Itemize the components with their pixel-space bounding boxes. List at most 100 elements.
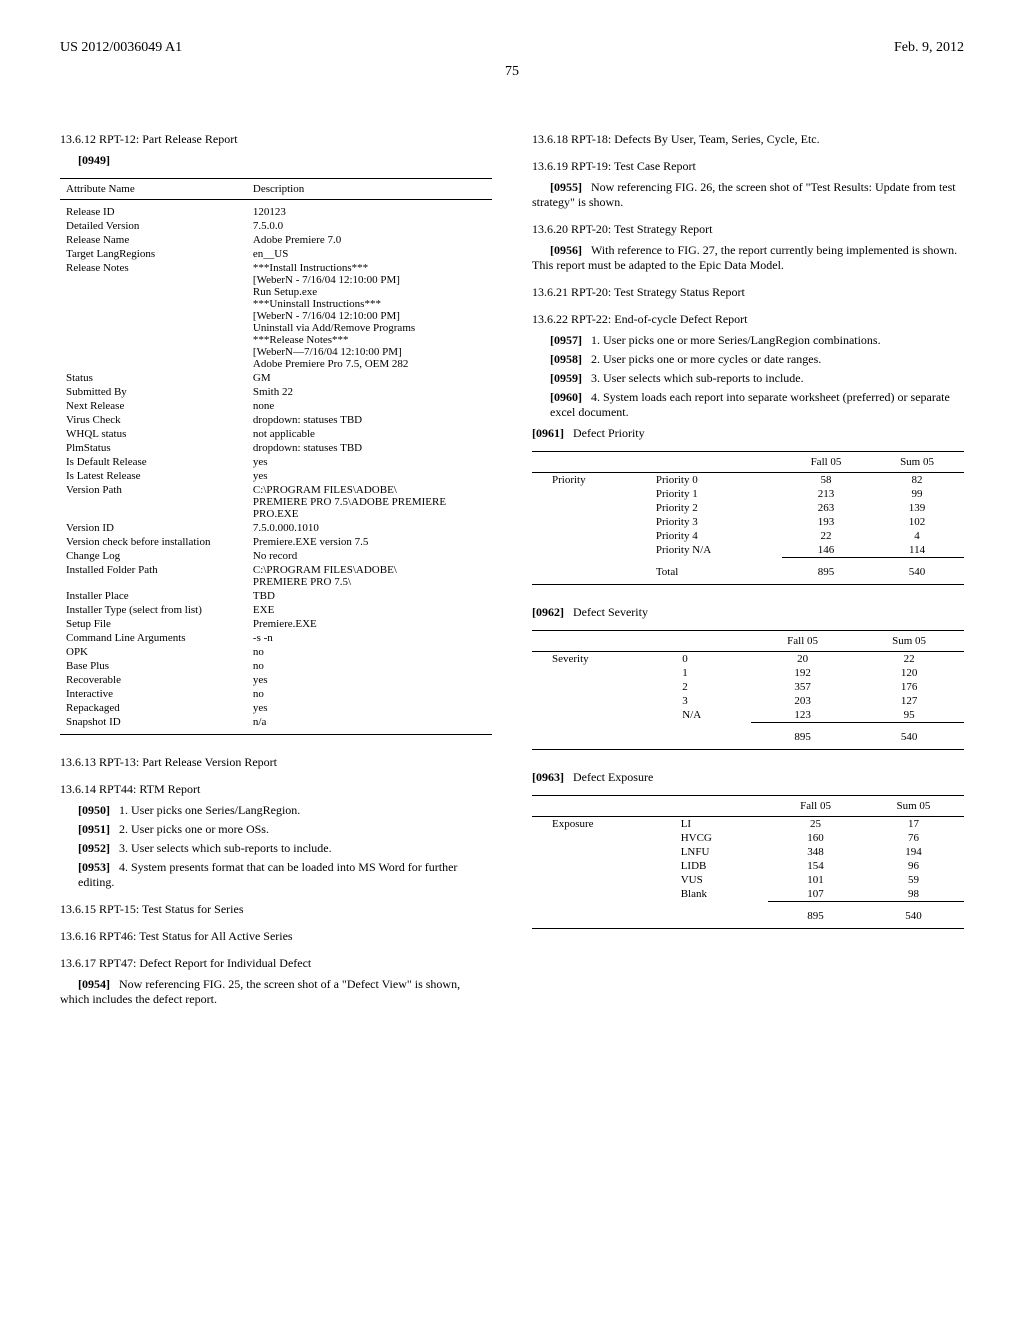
table-row: ExposureLI2517 xyxy=(532,817,964,832)
page-header: US 2012/0036049 A1 Feb. 9, 2012 xyxy=(60,40,964,56)
table-total-row: 895540 xyxy=(532,902,964,929)
table-row: PlmStatusdropdown: statuses TBD xyxy=(60,441,492,455)
table-cell: 114 xyxy=(870,543,964,558)
attr-desc-cell: No record xyxy=(247,549,492,563)
table-cell: 213 xyxy=(782,487,870,501)
attr-name-cell: Target LangRegions xyxy=(60,247,247,261)
table-cell xyxy=(532,708,674,723)
table-cell: 154 xyxy=(768,859,863,873)
list-item: [0950] 1. User picks one Series/LangRegi… xyxy=(78,803,492,818)
table-cell: 107 xyxy=(768,887,863,902)
table-cell: Priority 1 xyxy=(648,487,782,501)
table-cell: 76 xyxy=(863,831,964,845)
attr-desc-cell: not applicable xyxy=(247,427,492,441)
table-cell: VUS xyxy=(673,873,768,887)
attr-desc-cell: 7.5.0.000.1010 xyxy=(247,521,492,535)
table-cell: LI xyxy=(673,817,768,832)
section-13-6-20: 13.6.20 RPT-20: Test Strategy Report xyxy=(532,222,964,237)
attr-name-cell: Interactive xyxy=(60,687,247,701)
attr-name-cell: Installer Place xyxy=(60,589,247,603)
table-row: Release Notes***Install Instructions*** … xyxy=(60,261,492,371)
table-cell xyxy=(532,666,674,680)
attr-desc-cell: yes xyxy=(247,455,492,469)
table-row: Is Default Releaseyes xyxy=(60,455,492,469)
attr-name-cell: Release ID xyxy=(60,200,247,220)
table-cell: 98 xyxy=(863,887,964,902)
table-cell: LNFU xyxy=(673,845,768,859)
attr-desc-cell: Premiere.EXE xyxy=(247,617,492,631)
table-row: 3203127 xyxy=(532,694,964,708)
table-row: OPKno xyxy=(60,645,492,659)
para-0949: [0949] xyxy=(78,153,110,167)
right-column: 13.6.18 RPT-18: Defects By User, Team, S… xyxy=(532,120,964,1013)
list-item: [0957] 1. User picks one or more Series/… xyxy=(550,333,964,348)
attr-name-cell: Is Latest Release xyxy=(60,469,247,483)
table-cell: Priority 3 xyxy=(648,515,782,529)
attr-name-cell: Virus Check xyxy=(60,413,247,427)
table-cell xyxy=(532,831,673,845)
table-cell: 102 xyxy=(870,515,964,529)
table-cell: 348 xyxy=(768,845,863,859)
table-cell: 146 xyxy=(782,543,870,558)
table-row: Severity02022 xyxy=(532,652,964,667)
table-cell: 160 xyxy=(768,831,863,845)
table-cell: 4 xyxy=(870,529,964,543)
paragraph-0962: [0962] Defect Severity xyxy=(532,605,964,620)
table-cell: HVCG xyxy=(673,831,768,845)
table-row: Is Latest Releaseyes xyxy=(60,469,492,483)
table-cell: 120 xyxy=(854,666,964,680)
table-cell: 263 xyxy=(782,501,870,515)
paragraph-0963: [0963] Defect Exposure xyxy=(532,770,964,785)
attr-name-cell: Setup File xyxy=(60,617,247,631)
table-cell: 357 xyxy=(751,680,854,694)
attr-desc-cell: dropdown: statuses TBD xyxy=(247,441,492,455)
table-cell: Exposure xyxy=(532,817,673,832)
table-row: Priority 121399 xyxy=(532,487,964,501)
table-row: HVCG16076 xyxy=(532,831,964,845)
attr-desc-cell: 120123 xyxy=(247,200,492,220)
attr-name-cell: Base Plus xyxy=(60,659,247,673)
table-row: Repackagedyes xyxy=(60,701,492,715)
paragraph-0954: [0954] Now referencing FIG. 25, the scre… xyxy=(60,977,492,1007)
table-row: Interactiveno xyxy=(60,687,492,701)
table-cell: 95 xyxy=(854,708,964,723)
attr-desc-cell: Smith 22 xyxy=(247,385,492,399)
table-row: Priority 4224 xyxy=(532,529,964,543)
table-cell: 82 xyxy=(870,473,964,488)
table-cell: 139 xyxy=(870,501,964,515)
attr-name-cell: Release Name xyxy=(60,233,247,247)
attr-name-cell: Snapshot ID xyxy=(60,715,247,735)
table-row: 2357176 xyxy=(532,680,964,694)
table-row: Snapshot IDn/a xyxy=(60,715,492,735)
two-column-layout: 13.6.12 RPT-12: Part Release Report [094… xyxy=(60,120,964,1013)
attr-name-cell: Version ID xyxy=(60,521,247,535)
attr-name-cell: Version Path xyxy=(60,483,247,521)
table-cell xyxy=(532,873,673,887)
table-cell: 2 xyxy=(674,680,751,694)
table-cell: Blank xyxy=(673,887,768,902)
attr-desc-cell: yes xyxy=(247,701,492,715)
table-cell xyxy=(532,845,673,859)
attr-desc-cell: yes xyxy=(247,673,492,687)
publication-date: Feb. 9, 2012 xyxy=(894,40,964,56)
table-row: Detailed Version7.5.0.0 xyxy=(60,219,492,233)
table-row: Submitted BySmith 22 xyxy=(60,385,492,399)
table-cell xyxy=(532,487,648,501)
table-total-row: Total895540 xyxy=(532,558,964,585)
table-row: Version ID7.5.0.000.1010 xyxy=(60,521,492,535)
attr-name-cell: Repackaged xyxy=(60,701,247,715)
list-item: [0958] 2. User picks one or more cycles … xyxy=(550,352,964,367)
attr-name-cell: Release Notes xyxy=(60,261,247,371)
table-row: Release NameAdobe Premiere 7.0 xyxy=(60,233,492,247)
attr-desc-cell: n/a xyxy=(247,715,492,735)
table-row: Virus Checkdropdown: statuses TBD xyxy=(60,413,492,427)
table-total-row: 895540 xyxy=(532,723,964,750)
attr-desc-cell: no xyxy=(247,687,492,701)
table-row: Version check before installationPremier… xyxy=(60,535,492,549)
table-row: Release ID120123 xyxy=(60,200,492,220)
attr-name-cell: Detailed Version xyxy=(60,219,247,233)
table-cell: 0 xyxy=(674,652,751,667)
section-13-6-12: 13.6.12 RPT-12: Part Release Report xyxy=(60,132,492,147)
attr-name-cell: Installer Type (select from list) xyxy=(60,603,247,617)
table-header-row: Fall 05 Sum 05 xyxy=(532,452,964,473)
